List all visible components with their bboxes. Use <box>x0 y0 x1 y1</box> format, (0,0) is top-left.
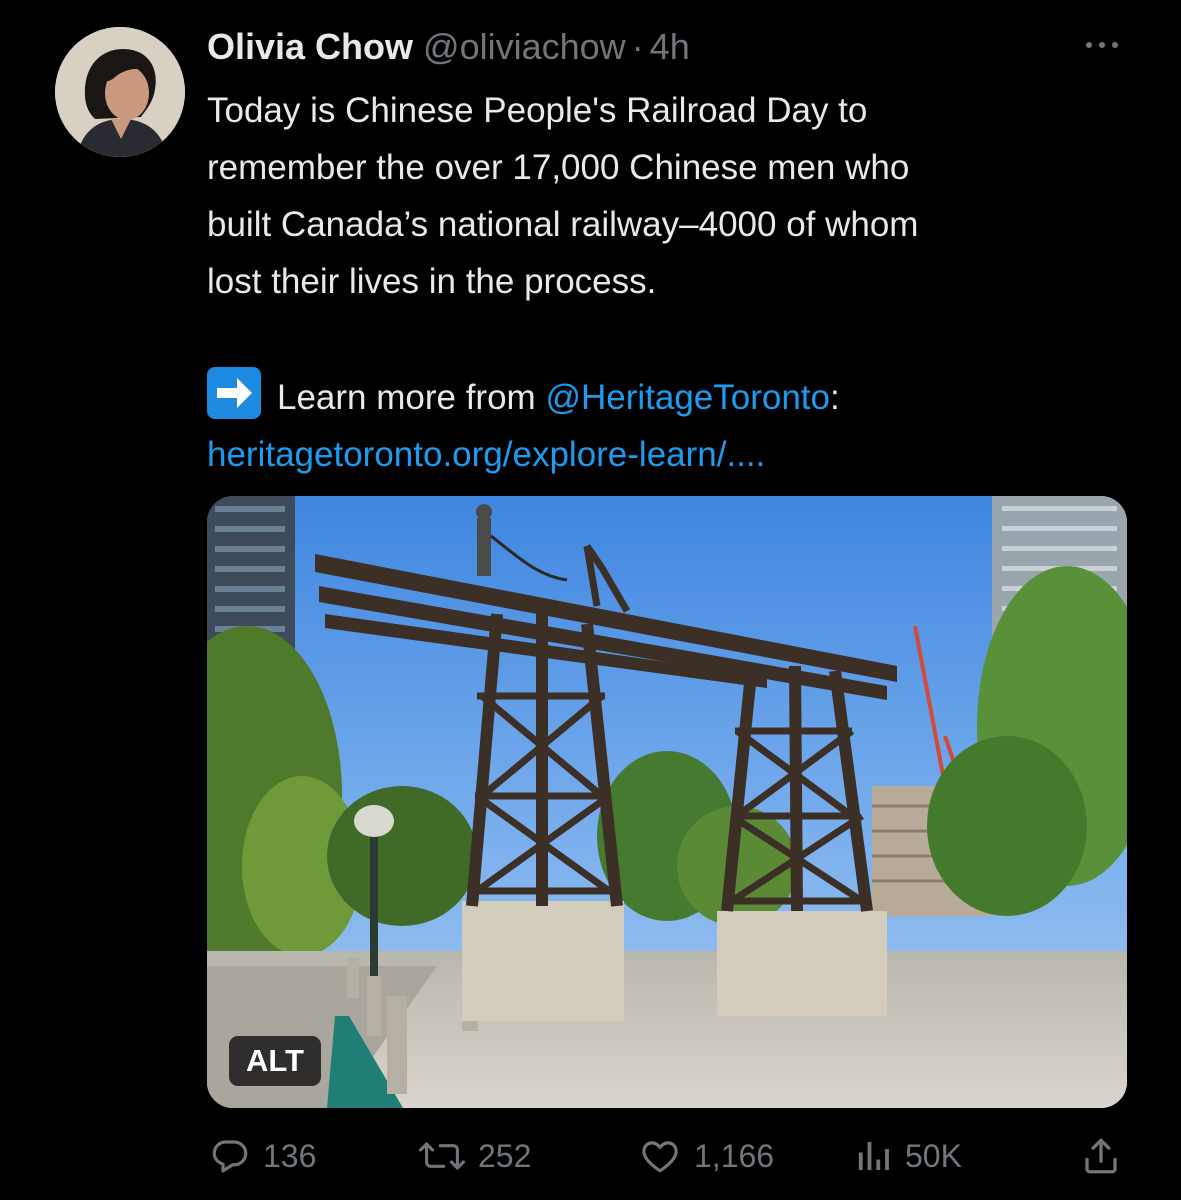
tweet[interactable]: Olivia Chow @oliviachow · 4h Today is Ch… <box>0 0 1181 1200</box>
repost-icon <box>418 1135 466 1177</box>
like-count: 1,166 <box>694 1137 775 1174</box>
heart-icon <box>638 1135 682 1177</box>
tweet-text-line: lost their lives in the process. <box>207 262 657 301</box>
share-icon <box>1080 1134 1122 1178</box>
reply-count: 136 <box>263 1137 317 1174</box>
tweet-actions-bar: 136 252 1,166 50K <box>0 1128 1181 1184</box>
url-link[interactable]: heritagetoronto.org/explore-learn/.... <box>207 426 1167 483</box>
learn-more-text: Learn more from <box>277 378 546 417</box>
views-chart-icon <box>853 1135 893 1177</box>
tweet-media-image[interactable] <box>207 496 1127 1108</box>
author-name[interactable]: Olivia Chow <box>207 26 413 68</box>
avatar[interactable] <box>55 27 185 157</box>
tweet-text-line: built Canada’s national railway–4000 of … <box>207 205 919 244</box>
views-button[interactable]: 50K <box>853 1128 962 1184</box>
repost-count: 252 <box>478 1137 532 1174</box>
alt-text-badge[interactable]: ALT <box>229 1036 321 1086</box>
reply-button[interactable]: 136 <box>209 1128 316 1184</box>
railway-monument-photo <box>207 496 1127 1108</box>
avatar-photo <box>55 27 185 157</box>
right-arrow-emoji-icon <box>207 367 261 419</box>
learn-more-colon: : <box>830 378 840 417</box>
reply-icon <box>209 1135 251 1177</box>
mention-link[interactable]: @HeritageToronto <box>545 378 830 417</box>
share-button[interactable] <box>1080 1128 1122 1184</box>
repost-button[interactable]: 252 <box>418 1128 531 1184</box>
tweet-text: Today is Chinese People's Railroad Day t… <box>207 82 1167 483</box>
like-button[interactable]: 1,166 <box>638 1128 774 1184</box>
tweet-text-line: remember the over 17,000 Chinese men who <box>207 148 910 187</box>
author-handle[interactable]: @oliviachow <box>423 26 626 68</box>
more-options-icon[interactable] <box>1082 28 1122 62</box>
tweet-text-line: Today is Chinese People's Railroad Day t… <box>207 91 868 130</box>
views-count: 50K <box>905 1137 962 1174</box>
timestamp[interactable]: 4h <box>650 26 690 68</box>
learn-more-line: Learn more from @HeritageToronto: <box>207 367 1167 426</box>
separator-dot: · <box>631 26 644 67</box>
tweet-header: Olivia Chow @oliviachow · 4h <box>207 26 690 72</box>
